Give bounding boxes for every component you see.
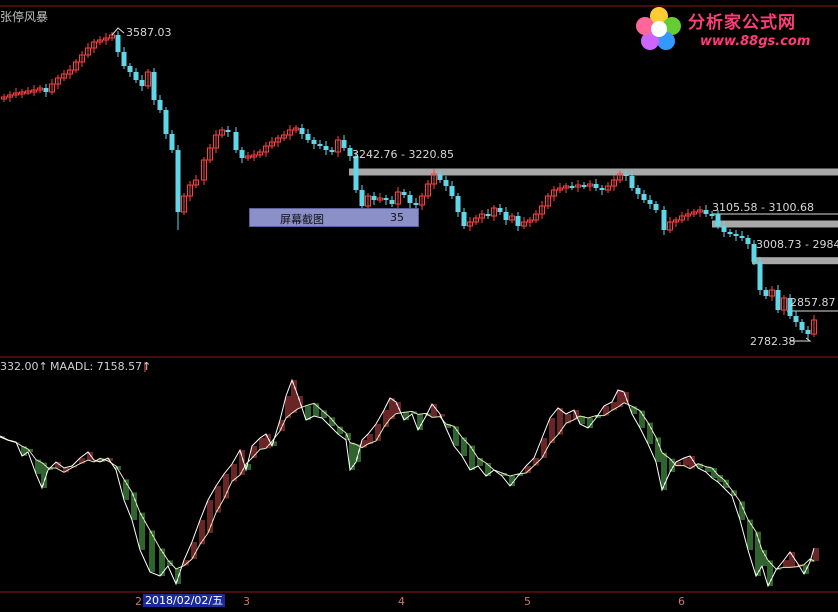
candle-body xyxy=(623,174,629,176)
candle-body xyxy=(727,232,733,234)
candle-body xyxy=(653,204,659,210)
candle-body xyxy=(739,236,745,238)
zone4-label: 2857.87 xyxy=(790,296,836,309)
candle-body xyxy=(799,322,805,330)
site-logo: 分析家公式网 www.88gs.com xyxy=(636,4,832,54)
month-mark-6: 6 xyxy=(678,595,685,608)
price-chart xyxy=(0,5,838,593)
candle-body xyxy=(455,196,461,212)
candle-body xyxy=(359,190,365,206)
candle-body xyxy=(497,208,503,212)
candle-body xyxy=(139,80,145,86)
candle-body xyxy=(371,196,377,200)
candle-body xyxy=(715,214,721,226)
indicator-ma-line xyxy=(0,402,815,570)
logo-title: 分析家公式网 xyxy=(688,13,796,33)
candle-body xyxy=(341,140,347,148)
candle-body xyxy=(317,144,323,146)
resistance-zone xyxy=(712,220,838,228)
candle-body xyxy=(757,262,763,290)
candle-body xyxy=(401,192,407,195)
indicator-title: 张停风暴 xyxy=(0,10,49,24)
candle-body xyxy=(733,234,739,236)
candle-body xyxy=(599,188,605,190)
candle-body xyxy=(515,216,521,226)
candle-body xyxy=(121,52,127,66)
candle-body xyxy=(647,200,653,204)
candle-body xyxy=(661,210,667,230)
candle-body xyxy=(629,176,635,188)
candle-body xyxy=(485,214,491,216)
candle-body xyxy=(745,238,751,244)
candle-body xyxy=(323,146,329,150)
candle-body xyxy=(329,150,335,152)
high-price-label: 3587.03 xyxy=(126,26,172,39)
candle-body xyxy=(151,72,157,100)
candle-body xyxy=(709,214,715,216)
candle-body xyxy=(703,210,709,214)
resistance-zone xyxy=(349,168,838,176)
zone1-label: 3242.76 - 3220.85 xyxy=(352,148,454,161)
candle-body xyxy=(581,185,587,187)
candle-body xyxy=(763,290,769,296)
candle-body xyxy=(305,134,311,140)
candle-body xyxy=(805,330,811,334)
candle-body xyxy=(133,72,139,80)
logo-url: www.88gs.com xyxy=(700,34,811,49)
candle-body xyxy=(461,212,467,226)
candle-body xyxy=(449,186,455,196)
month-mark-2: 2 xyxy=(135,595,142,608)
candle-body xyxy=(127,66,133,72)
candle-body xyxy=(389,200,395,204)
flower-logo-icon xyxy=(636,7,681,50)
candle-body xyxy=(593,184,599,188)
candle-body xyxy=(503,212,509,220)
candle-body xyxy=(775,290,781,310)
candle-body xyxy=(163,110,169,134)
candle-body xyxy=(311,140,317,144)
selected-date[interactable]: 2018/02/02/五 xyxy=(143,594,226,607)
tooltip-label: 屏幕截图 xyxy=(280,213,324,226)
candle-body xyxy=(407,195,413,203)
candle-body xyxy=(437,174,443,180)
indicator-name-value: MAADL: 7158.57↑ xyxy=(50,360,152,373)
candle-body xyxy=(299,128,305,134)
candle-body xyxy=(413,203,419,205)
candle-body xyxy=(43,88,49,92)
candle-body xyxy=(115,35,121,52)
candle-body xyxy=(169,134,175,150)
candle-body xyxy=(225,130,231,132)
indicator-line xyxy=(0,378,815,588)
zone2-label: 3105.58 - 3100.68 xyxy=(712,201,814,214)
candle-body xyxy=(443,180,449,186)
screenshot-tooltip[interactable]: 屏幕截图 35 xyxy=(249,208,419,227)
tooltip-value: 35 xyxy=(390,211,404,224)
resistance-zone xyxy=(752,257,838,265)
month-mark-4: 4 xyxy=(398,595,405,608)
candle-body xyxy=(641,194,647,200)
zone3-label: 3008.73 - 2984 xyxy=(756,238,838,251)
candle-body xyxy=(569,186,575,188)
low-price-label: 2782.38 xyxy=(750,335,796,348)
candle-body xyxy=(353,156,359,190)
candle-body xyxy=(383,198,389,200)
month-mark-5: 5 xyxy=(524,595,531,608)
candle-body xyxy=(233,132,239,150)
candle-body xyxy=(793,316,799,322)
candle-body xyxy=(157,100,163,110)
chart-window: 张停风暴 分析家公式网 www.88gs.com 3587.03 3242.76… xyxy=(0,0,838,612)
indicator-left-value: 332.00↑ xyxy=(0,360,48,373)
candle-body xyxy=(239,150,245,158)
candle-body xyxy=(721,226,727,232)
month-mark-3: 3 xyxy=(243,595,250,608)
candle-body xyxy=(635,188,641,194)
